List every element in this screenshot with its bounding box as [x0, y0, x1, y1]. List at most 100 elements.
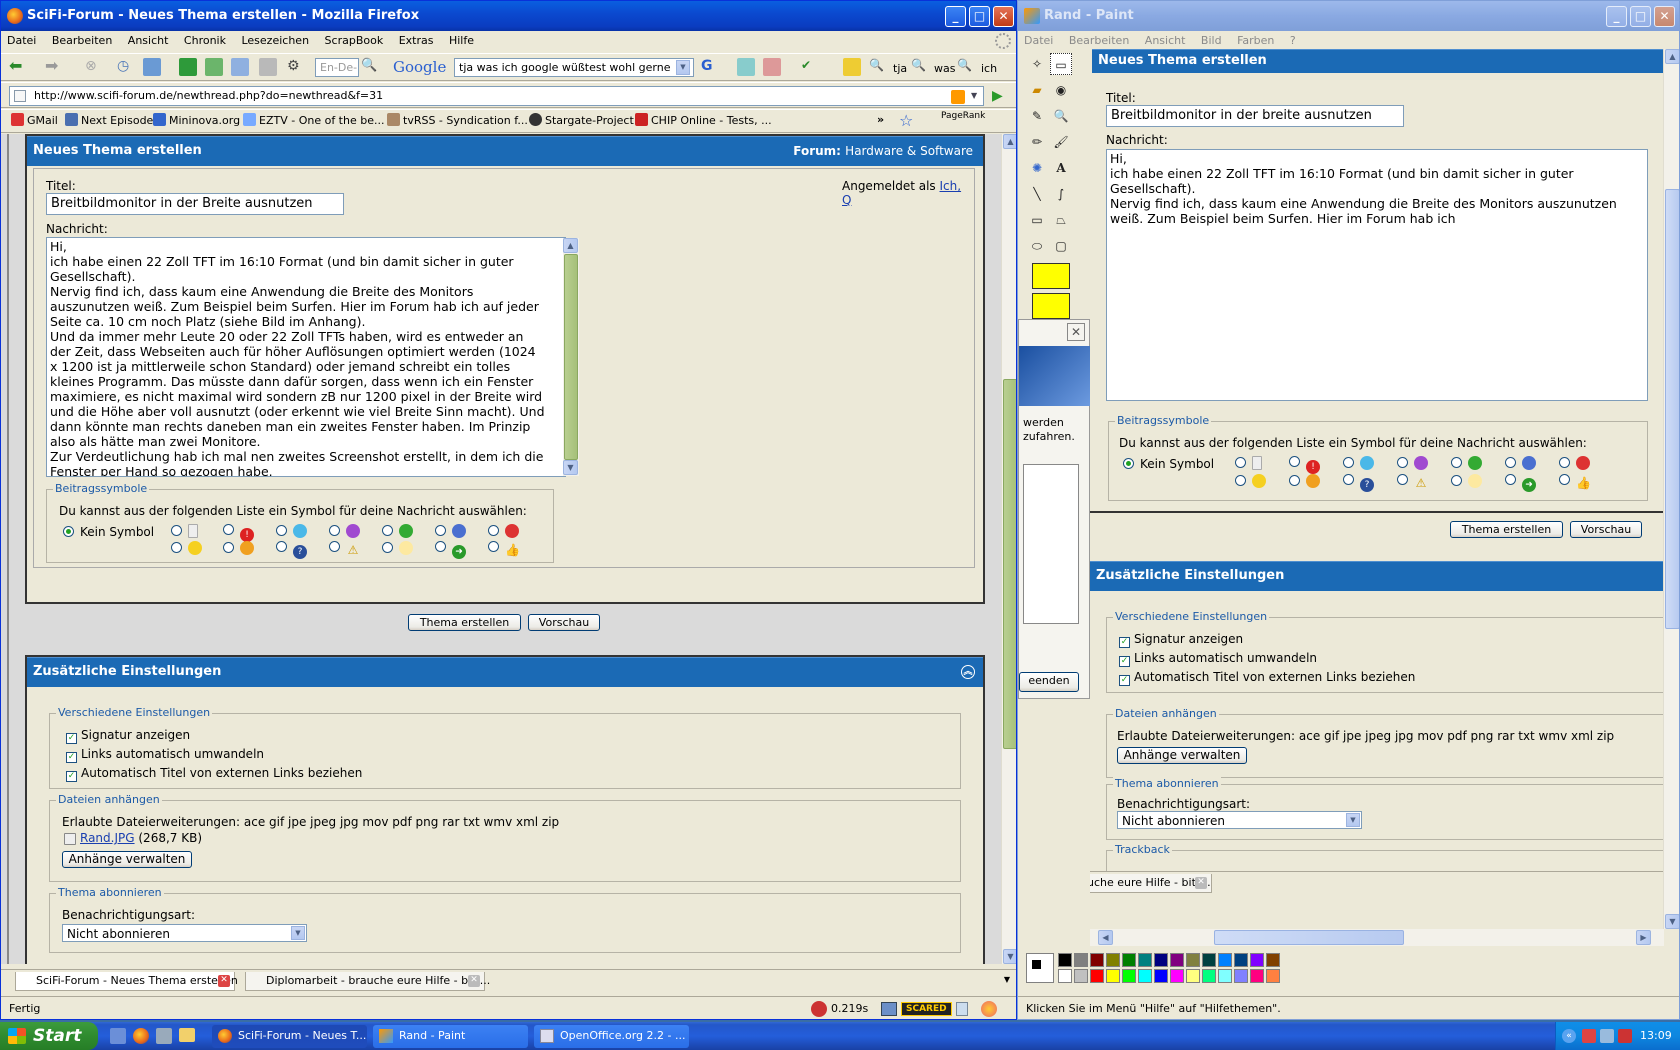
color-picker-icon[interactable]: ✎ — [1026, 105, 1048, 127]
selection-mode-transparent-icon[interactable] — [1032, 293, 1070, 319]
url-dropdown-icon[interactable]: ▼ — [971, 91, 977, 100]
submit-thread-button[interactable]: Thema erstellen — [408, 614, 521, 631]
bookmark-eztv[interactable]: EZTV - One of the be... — [243, 113, 384, 127]
paint-menu-help[interactable]: ? — [1284, 31, 1302, 51]
scroll-down-icon[interactable]: ▼ — [563, 460, 578, 475]
paint-menu-ansicht[interactable]: Ansicht — [1139, 31, 1192, 51]
symbol-option-1[interactable] — [171, 524, 198, 538]
palette-swatch[interactable] — [1170, 953, 1184, 967]
print-icon[interactable] — [259, 58, 277, 76]
forum-name-link[interactable]: Hardware & Software — [845, 144, 973, 158]
scared-badge[interactable]: SCARED — [901, 1002, 952, 1016]
palette-swatch[interactable] — [1074, 969, 1088, 983]
symbol-option-14[interactable]: 👍 — [488, 541, 520, 557]
stop-icon[interactable]: ⊗ — [85, 58, 103, 76]
star-icon[interactable]: ☆ — [899, 111, 913, 130]
line-tool-icon[interactable]: ╲ — [1026, 183, 1048, 205]
paint-scroll-right-icon[interactable]: ▶ — [1636, 930, 1651, 945]
google-search-input[interactable]: tja was ich google wüßtest wohl gerne — [454, 58, 694, 77]
paint-titlebar[interactable]: Rand - Paint _ □ ✕ — [1018, 1, 1679, 31]
rounded-rect-tool-icon[interactable]: ▢ — [1050, 235, 1072, 257]
current-colors[interactable] — [1026, 953, 1054, 983]
gear-addon-icon[interactable]: ⚙ — [287, 58, 305, 76]
paint-hscroll-thumb[interactable] — [1214, 930, 1404, 945]
pencil-icon[interactable]: ✏ — [1026, 131, 1048, 153]
bookmark-mininova[interactable]: Mininova.org — [153, 113, 240, 127]
page-scroll-down-icon[interactable]: ▼ — [1003, 949, 1016, 964]
quicklaunch-folder-icon[interactable] — [179, 1028, 195, 1042]
symbol-radio[interactable] — [329, 541, 340, 552]
free-select-icon[interactable]: ✧ — [1026, 53, 1048, 75]
bookmark-chip[interactable]: CHIP Online - Tests, ... — [635, 113, 772, 127]
palette-swatch[interactable] — [1074, 953, 1088, 967]
checkbox-checked-icon[interactable]: ✓ — [66, 771, 77, 782]
curve-tool-icon[interactable]: ∫ — [1050, 183, 1072, 205]
rect-select-icon[interactable]: ▭ — [1050, 53, 1072, 75]
taskbar-item-firefox[interactable]: SciFi-Forum - Neues T... — [212, 1025, 367, 1048]
palette-swatch[interactable] — [1186, 953, 1200, 967]
tab-list-icon[interactable]: ▼ — [1004, 975, 1010, 984]
palette-swatch[interactable] — [1154, 969, 1168, 983]
start-button[interactable]: Start — [0, 1022, 98, 1050]
paint-hscroll[interactable]: ◀ ▶ — [1090, 929, 1664, 946]
menu-extras[interactable]: Extras — [393, 31, 440, 51]
symbol-radio[interactable] — [223, 542, 234, 553]
paint-scroll-left-icon[interactable]: ◀ — [1098, 930, 1113, 945]
addon-icon-3[interactable] — [231, 58, 249, 76]
firefox-status-icon[interactable] — [981, 1001, 997, 1017]
news-icon[interactable] — [737, 58, 755, 76]
palette-swatch[interactable] — [1170, 969, 1184, 983]
quicklaunch-app-icon[interactable] — [156, 1028, 172, 1044]
paint-close-button[interactable]: ✕ — [1654, 6, 1675, 27]
palette-swatch[interactable] — [1266, 969, 1280, 983]
clock[interactable]: 13:09 — [1640, 1022, 1672, 1050]
menu-scrapbook[interactable]: ScrapBook — [319, 31, 390, 51]
palette-swatch[interactable] — [1202, 953, 1216, 967]
palette-swatch[interactable] — [1266, 953, 1280, 967]
quicklaunch-firefox-icon[interactable] — [133, 1028, 149, 1044]
page-scroll-up-icon[interactable]: ▲ — [1003, 134, 1016, 149]
paint-vscroll[interactable]: ▲ ▼ — [1663, 49, 1679, 929]
bookmark-stargate[interactable]: Stargate-Project — [529, 113, 634, 127]
find-word-icon-1[interactable]: 🔍 — [869, 58, 887, 76]
symbol-option-10[interactable]: ? — [276, 541, 307, 559]
symbol-option-5[interactable] — [382, 524, 413, 538]
scroll-up-icon[interactable]: ▲ — [563, 238, 578, 253]
polygon-tool-icon[interactable]: ⏢ — [1050, 209, 1072, 231]
palette-swatch[interactable] — [1122, 953, 1136, 967]
go-icon[interactable]: ▶ — [992, 88, 1003, 104]
menu-bearbeiten[interactable]: Bearbeiten — [46, 31, 118, 51]
google-g-icon[interactable]: G — [701, 58, 719, 76]
palette-swatch[interactable] — [1218, 969, 1232, 983]
menu-datei[interactable]: Datei — [1, 31, 42, 51]
bookmark-tvrss[interactable]: tvRSS - Syndication f... — [387, 113, 528, 127]
no-symbol-radio[interactable] — [63, 526, 74, 537]
palette-swatch[interactable] — [1234, 953, 1248, 967]
palette-swatch[interactable] — [1058, 953, 1072, 967]
tray-icon-3[interactable] — [1618, 1029, 1632, 1043]
palette-swatch[interactable] — [1186, 969, 1200, 983]
paint-minimize-button[interactable]: _ — [1606, 6, 1627, 27]
menu-chronik[interactable]: Chronik — [178, 31, 232, 51]
symbol-radio[interactable] — [382, 525, 393, 536]
paint-menu-datei[interactable]: Datei — [1018, 31, 1059, 51]
palette-swatch[interactable] — [1122, 969, 1136, 983]
maximize-button[interactable]: □ — [969, 6, 990, 27]
magnifier-icon[interactable]: 🔍 — [1050, 105, 1072, 127]
paint-canvas[interactable]: Neues Thema erstellen Titel: Breitbildmo… — [1090, 49, 1664, 929]
symbol-option-6[interactable] — [435, 524, 466, 538]
palette-swatch[interactable] — [1106, 969, 1120, 983]
mail-icon[interactable] — [763, 58, 781, 76]
symbol-radio[interactable] — [488, 541, 499, 552]
palette-swatch[interactable] — [1250, 969, 1264, 983]
back-icon[interactable]: ⬅ — [9, 58, 27, 76]
google-search-dropdown-icon[interactable]: ▼ — [676, 60, 690, 75]
close-button[interactable]: ✕ — [993, 6, 1014, 27]
palette-swatch[interactable] — [1106, 953, 1120, 967]
textarea-scrollbar[interactable]: ▲ ▼ — [563, 238, 579, 476]
symbol-radio[interactable] — [382, 542, 393, 553]
dialog-finish-button[interactable]: eenden — [1019, 672, 1079, 692]
addon-icon-2[interactable] — [205, 58, 223, 76]
symbol-option-13[interactable]: ➜ — [435, 541, 466, 559]
bookmark-next-episode[interactable]: Next Episode — [65, 113, 153, 127]
